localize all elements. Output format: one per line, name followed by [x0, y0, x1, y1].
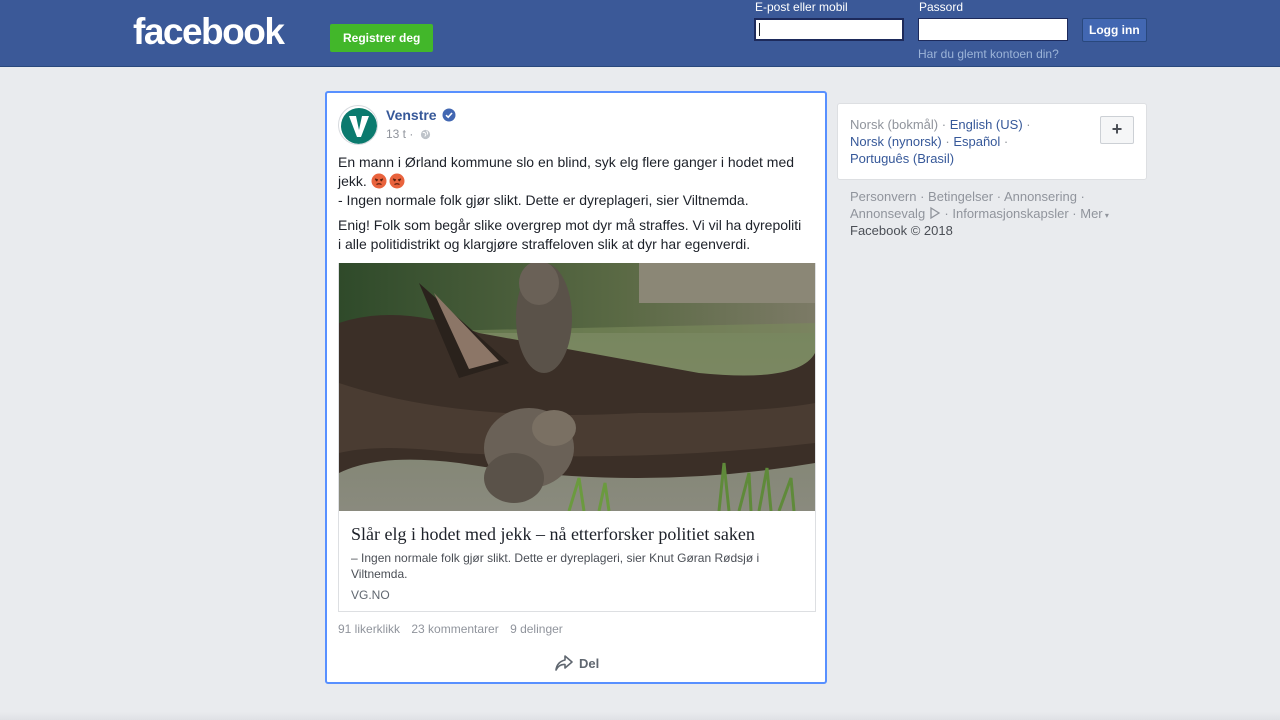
link-preview-image[interactable] [339, 263, 815, 511]
login-button[interactable]: Logg inn [1082, 18, 1147, 42]
footer-advertising[interactable]: Annonsering [1004, 189, 1077, 204]
meta-separator: · [406, 127, 417, 141]
angry-face-icon [371, 173, 387, 189]
language-box: Norsk (bokmål) · English (US) · Norsk (n… [837, 103, 1147, 180]
share-button[interactable]: Del [554, 654, 599, 674]
footer-cookies[interactable]: Informasjonskapsler [952, 206, 1068, 221]
post-text-line1: En mann i Ørland kommune slo en blind, s… [338, 154, 795, 189]
page-name-link[interactable]: Venstre [386, 107, 437, 124]
page-avatar[interactable] [338, 105, 378, 145]
shares-count[interactable]: 9 delinger [510, 622, 563, 636]
comments-count[interactable]: 23 kommentarer [411, 622, 498, 636]
add-language-button[interactable]: + [1100, 116, 1134, 144]
angry-face-icon [389, 173, 405, 189]
link-domain: VG.NO [351, 588, 390, 602]
footer-terms[interactable]: Betingelser [928, 189, 993, 204]
link-preview-card[interactable]: Slår elg i hodet med jekk – nå etterfors… [338, 263, 816, 612]
link-title[interactable]: Slår elg i hodet med jekk – nå etterfors… [351, 523, 801, 545]
link-description: – Ingen normale folk gjør slikt. Dette e… [351, 551, 760, 581]
facebook-logo[interactable]: facebook [133, 12, 285, 52]
chevron-down-icon: ▾ [1102, 211, 1109, 220]
register-button[interactable]: Registrer deg [330, 24, 434, 52]
globe-icon [420, 129, 430, 140]
password-field[interactable] [918, 18, 1068, 41]
likes-count[interactable]: 91 likerklikk [338, 622, 400, 636]
forgot-account-link[interactable]: Har du glemt kontoen din? [918, 47, 1059, 61]
footer-links: Personvern · Betingelser · Annonsering ·… [850, 189, 1109, 221]
language-nynorsk[interactable]: Norsk (nynorsk) [850, 134, 942, 149]
language-portuguese[interactable]: Português (Brasil) [850, 151, 954, 166]
post-card: Venstre 13 t · En mann i Ørland kommune … [325, 91, 827, 684]
copyright: Facebook © 2018 [850, 223, 953, 238]
password-label: Passord [919, 0, 964, 14]
ad-choices-icon [930, 207, 941, 219]
verified-badge-icon [442, 108, 456, 122]
post-text-line2: - Ingen normale folk gjør slikt. Dette e… [338, 192, 749, 208]
footer-privacy[interactable]: Personvern [850, 189, 916, 204]
language-spanish[interactable]: Español [953, 134, 1000, 149]
post-meta: 13 t · [386, 127, 431, 141]
post-timestamp[interactable]: 13 t [386, 127, 406, 141]
email-label: E-post eller mobil [755, 0, 848, 14]
post-text-para2: Enig! Folk som begår slike overgrep mot … [338, 217, 802, 252]
language-list: Norsk (bokmål) · English (US) · Norsk (n… [850, 117, 1031, 166]
language-current: Norsk (bokmål) [850, 117, 939, 132]
engagement-counts: 91 likerklikk 23 kommentarer 9 delinger [338, 622, 571, 636]
share-arrow-icon [555, 655, 573, 671]
language-english[interactable]: English (US) [950, 117, 1023, 132]
text-caret [759, 23, 760, 36]
footer-ad-choices[interactable]: Annonsevalg [850, 206, 925, 221]
email-field[interactable] [754, 18, 904, 41]
bottom-edge [0, 712, 1280, 720]
post-message: En mann i Ørland kommune slo en blind, s… [338, 153, 808, 260]
footer-more[interactable]: Mer [1080, 206, 1102, 221]
top-bar: facebook Registrer deg E-post eller mobi… [0, 0, 1280, 67]
share-label: Del [579, 656, 600, 671]
